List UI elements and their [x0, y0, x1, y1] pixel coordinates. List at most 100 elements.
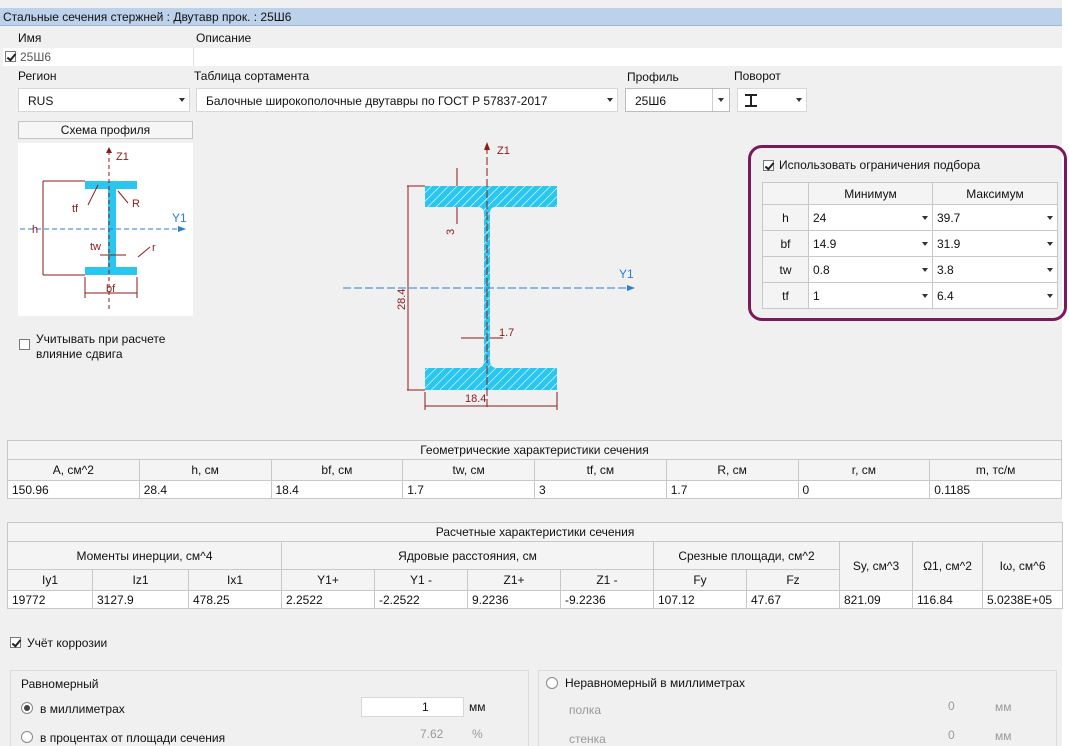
calc-group-header: Sy, см^3 — [839, 541, 913, 591]
geometry-value: 3 — [534, 480, 667, 499]
geometry-header: tf, см — [534, 459, 667, 481]
chevron-down-icon — [922, 268, 928, 272]
flange-label: полка — [569, 703, 602, 717]
drawing-bf-dimension: 18.4 — [465, 393, 486, 405]
calc-value: 478.25 — [188, 590, 282, 609]
drawing-y1-label: Y1 — [619, 267, 634, 281]
param-label: h — [762, 204, 809, 231]
max-input[interactable]: 3.8 — [932, 256, 1058, 283]
scheme-h-label: h — [32, 224, 38, 236]
geometry-value: 18.4 — [270, 480, 404, 499]
scheme-y1-label: Y1 — [172, 211, 187, 225]
constraints-corner — [762, 182, 809, 205]
description-field[interactable] — [193, 48, 1062, 66]
min-input[interactable]: 0.8 — [808, 256, 933, 283]
shear-label-1: Учитывать при расчете — [36, 332, 166, 346]
calc-group-header: Iω, см^6 — [981, 541, 1064, 591]
calc-value: -2.2522 — [374, 590, 468, 609]
calc-value: 2.2522 — [281, 590, 375, 609]
constraints-checkbox[interactable] — [763, 160, 774, 171]
name-field[interactable]: 25Ш6 — [20, 50, 51, 64]
scheme-header: Схема профиля — [18, 121, 193, 139]
geometry-title: Геометрические характеристики сечения — [7, 440, 1062, 460]
uniform-pct-radio[interactable] — [21, 731, 33, 743]
min-input[interactable]: 1 — [808, 282, 933, 309]
geometry-header: m, тс/м — [929, 459, 1062, 481]
calc-subheader: Fz — [746, 569, 840, 591]
uniform-pct-input[interactable]: 7.62 — [420, 727, 443, 741]
corrosion-checkbox[interactable] — [10, 637, 21, 648]
description-label: Описание — [196, 31, 252, 45]
min-input[interactable]: 24 — [808, 204, 933, 231]
calc-value: -9.2236 — [560, 590, 654, 609]
nonuniform-radio[interactable] — [546, 677, 558, 689]
web-label: стенка — [569, 732, 606, 746]
uniform-mm-input[interactable]: 1 — [361, 697, 464, 717]
table-value: Балочные широкополочные двутавры по ГОСТ… — [206, 94, 548, 108]
min-input[interactable]: 14.9 — [808, 230, 933, 257]
calc-subheader: Z1 - — [560, 569, 654, 591]
chevron-down-icon — [922, 294, 928, 298]
region-value: RUS — [28, 94, 54, 108]
max-input[interactable]: 31.9 — [932, 230, 1058, 257]
table-label: Таблица сортамента — [194, 69, 310, 83]
geometry-value: 28.4 — [138, 480, 272, 499]
name-row: 25Ш6 — [3, 48, 1062, 66]
chevron-down-icon — [1047, 268, 1053, 272]
calc-group-header: Ω1, см^2 — [912, 541, 983, 591]
chevron-down-icon — [607, 98, 613, 102]
web-unit: мм — [995, 729, 1012, 743]
calc-subheader: Fy — [653, 569, 747, 591]
calc-subheader: Y1+ — [281, 569, 375, 591]
calc-subheader: Z1+ — [467, 569, 561, 591]
uniform-mm-label: в миллиметрах — [40, 702, 125, 716]
calc-group-header: Ядровые расстояния, см — [281, 541, 654, 570]
constraints-table: Минимум Максимум h 24 39.7 bf 14.9 31.9 tw 0.8… — [762, 182, 1058, 309]
chevron-down-icon — [922, 242, 928, 246]
profile-select[interactable]: 25Ш6 — [625, 88, 730, 112]
calc-subheader: Ix1 — [188, 569, 282, 591]
geometry-table: Геометрические характеристики сечения A,… — [7, 440, 1062, 499]
scheme-panel: Z1 Y1 tf R h tw r bf — [18, 143, 193, 316]
calc-group-header: Срезные площади, см^2 — [653, 541, 840, 570]
geometry-header: h, см — [138, 459, 272, 481]
calc-table: Расчетные характеристики сечения Моменты… — [6, 522, 1064, 609]
flange-input[interactable]: 0 — [948, 699, 955, 713]
i-beam-icon — [745, 94, 757, 107]
right-edge — [1062, 0, 1069, 746]
geometry-value: 0 — [797, 480, 931, 499]
flange-unit: мм — [995, 700, 1012, 714]
rotation-label: Поворот — [734, 69, 781, 83]
name-checkbox[interactable] — [5, 51, 16, 62]
uniform-mm-unit: мм — [469, 700, 486, 714]
calc-group-header: Моменты инерции, см^4 — [7, 541, 282, 570]
calc-value: 9.2236 — [467, 590, 561, 609]
chevron-down-icon — [796, 98, 802, 102]
max-input[interactable]: 6.4 — [932, 282, 1058, 309]
chevron-down-icon — [1047, 216, 1053, 220]
geometry-header: R, см — [665, 459, 799, 481]
window-title: Стальные сечения стержней : Двутавр прок… — [0, 8, 1062, 26]
scheme-R-label: R — [132, 198, 140, 210]
shear-checkbox[interactable] — [19, 339, 30, 350]
nonuniform-group: Неравномерный в миллиметрах полка 0 мм с… — [538, 670, 1057, 746]
table-select[interactable]: Балочные широкополочные двутавры по ГОСТ… — [196, 88, 618, 112]
name-label: Имя — [18, 31, 42, 45]
geometry-header: r, см — [797, 459, 931, 481]
region-select[interactable]: RUS — [18, 88, 190, 112]
scheme-r-label: r — [152, 242, 156, 254]
min-header: Минимум — [808, 182, 933, 205]
scheme-bf-label: bf — [106, 283, 116, 295]
calc-value: 107.12 — [653, 590, 747, 609]
scheme-z1-label: Z1 — [116, 151, 129, 163]
geometry-value: 0.1185 — [929, 480, 1062, 499]
calc-value: 19772 — [7, 590, 93, 609]
rotation-select[interactable] — [737, 88, 807, 112]
constraints-label: Использовать ограничения подбора — [779, 158, 981, 172]
max-input[interactable]: 39.7 — [932, 204, 1058, 231]
geometry-value: 150.96 — [7, 480, 140, 499]
web-input[interactable]: 0 — [948, 728, 955, 742]
calc-subheader: Iz1 — [92, 569, 189, 591]
uniform-mm-radio[interactable] — [21, 702, 33, 714]
param-label: tf — [762, 282, 809, 309]
